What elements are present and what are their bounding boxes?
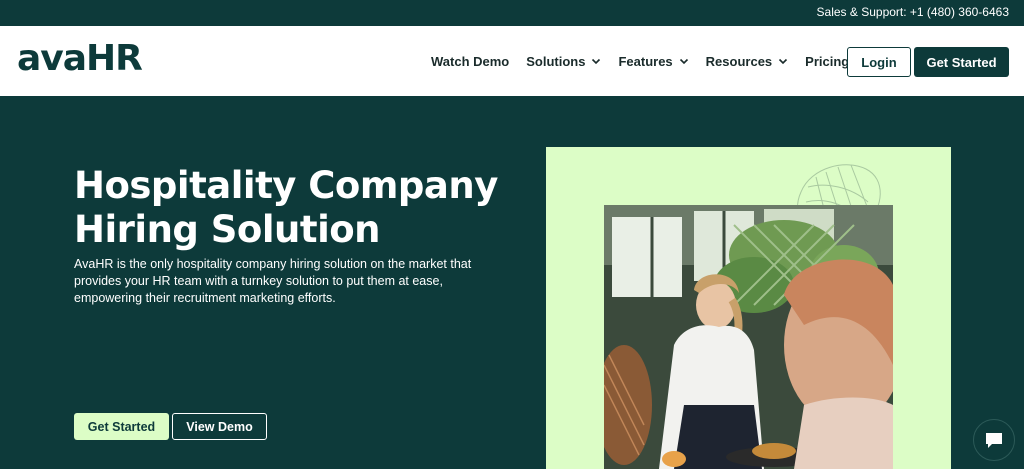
nav-item-label: Solutions <box>526 53 586 69</box>
chevron-down-icon <box>779 58 788 65</box>
hero-get-started-button[interactable]: Get Started <box>74 413 169 440</box>
chevron-down-icon <box>679 58 688 65</box>
nav-item-label: Pricing <box>805 53 850 69</box>
nav-item-label: Watch Demo <box>431 53 510 69</box>
nav-item-label: Features <box>618 53 673 69</box>
nav-item-pricing[interactable]: Pricing <box>805 54 849 69</box>
nav-item-features[interactable]: Features <box>618 54 688 69</box>
nav-item-label: Resources <box>705 53 773 69</box>
chevron-down-icon <box>592 58 601 65</box>
nav-item-resources[interactable]: Resources <box>706 54 788 69</box>
hero-view-demo-button[interactable]: View Demo <box>172 413 267 440</box>
nav-item-watch-demo[interactable]: Watch Demo <box>431 54 509 69</box>
top-utility-bar: Sales & Support: +1 (480) 360-6463 <box>0 0 1024 26</box>
chat-bubble-icon <box>986 433 1002 448</box>
hero-title: Hospitality Company Hiring Solution <box>74 164 498 251</box>
hero-description: AvaHR is the only hospitality company hi… <box>74 257 472 305</box>
hospitality-staff-photo <box>604 205 893 469</box>
sales-support-phone[interactable]: Sales & Support: +1 (480) 360-6463 <box>817 5 1009 19</box>
hero-image-panel <box>546 147 951 469</box>
login-button[interactable]: Login <box>847 47 911 77</box>
brand-logo[interactable]: avaHR <box>17 38 143 79</box>
chat-widget-button[interactable] <box>973 419 1015 461</box>
main-nav: Watch Demo Solutions Features Resources … <box>431 26 866 96</box>
get-started-nav-button[interactable]: Get Started <box>914 47 1009 77</box>
site-header: avaHR Watch Demo Solutions Features Reso… <box>0 26 1024 96</box>
nav-item-solutions[interactable]: Solutions <box>526 54 601 69</box>
